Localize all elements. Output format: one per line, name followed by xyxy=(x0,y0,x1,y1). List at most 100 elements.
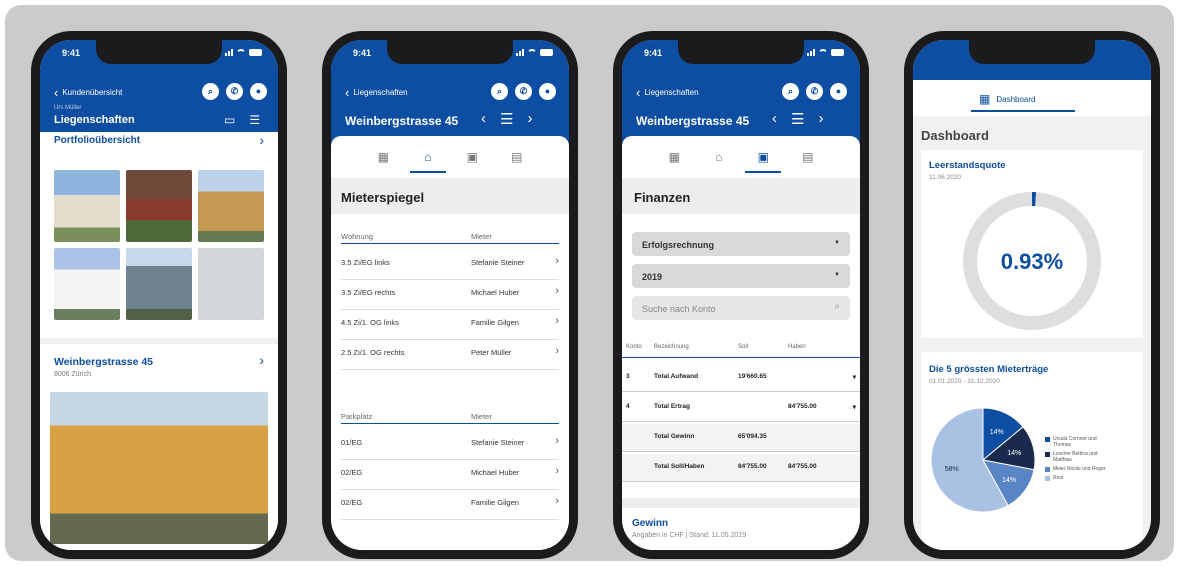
table-row[interactable]: 4.5 Zi/1. OG links Familie Gilgen › xyxy=(341,315,559,340)
legend-swatch xyxy=(1045,467,1050,472)
table-row[interactable]: 01/EG Stefanie Steiner › xyxy=(341,435,559,460)
house-icon[interactable]: ⌂ xyxy=(705,150,733,164)
property-photo-1[interactable] xyxy=(54,170,120,242)
table-row[interactable]: 3.5 Zi/EG links Stefanie Steiner › xyxy=(341,255,559,280)
finance-icon[interactable]: ▣ xyxy=(745,150,782,173)
table-header: Wohnung Mieter xyxy=(341,232,559,244)
back-button[interactable]: ‹ Liegenschaften xyxy=(636,85,699,100)
table-row[interactable]: 02/EG Familie Gilgen › xyxy=(341,495,559,520)
pie-label-3: 58% xyxy=(945,466,959,473)
pie-chart: 14% 14% 14% 58% xyxy=(930,407,1036,513)
back-button[interactable]: ‹ Kundenübersicht xyxy=(54,85,122,100)
user-button[interactable]: ● xyxy=(539,83,556,100)
screen-mieterspiegel: 9:41 ‹ Liegenschaften ⌕ ✆ ● Weinbergstras… xyxy=(331,40,569,550)
property-photo-placeholder xyxy=(198,248,264,320)
finance-table-header: Konto Bezeichnung Soll Haben xyxy=(622,344,860,358)
property-card[interactable]: Weinbergstrasse 45 › 8006 Zürich xyxy=(40,344,278,550)
property-name[interactable]: Weinbergstrasse 45 xyxy=(54,356,153,368)
phone-liegenschaften: 9:41 ‹ Kundenübersicht ⌕ ✆ ● Urs Müller L… xyxy=(31,31,287,559)
property-photo-2[interactable] xyxy=(126,170,192,242)
phone-finanzen: 9:41 ‹ Liegenschaften ⌕ ✆ ● Weinbergstras… xyxy=(613,31,869,559)
report-type-select[interactable]: Erfolgsrechnung ▼ xyxy=(632,232,850,256)
finance-row[interactable]: 4 Total Ertrag 84'755.00 ▾ xyxy=(622,394,860,422)
property-photo-5[interactable] xyxy=(126,248,192,320)
status-bar: 9:41 xyxy=(331,47,569,61)
property-title: Weinbergstrasse 45 xyxy=(345,114,459,128)
chevron-right-icon[interactable]: › xyxy=(527,110,532,128)
user-button[interactable]: ● xyxy=(250,83,267,100)
chevron-left-icon: ‹ xyxy=(54,85,59,100)
search-icon: ⌕ xyxy=(834,301,840,312)
tab-bar: ▦ ⌂ ▣ ▤ xyxy=(331,150,569,173)
search-button[interactable]: ⌕ xyxy=(491,83,508,100)
phone-dashboard: ▦ Dashboard Dashboard Leerstandsquote 11.… xyxy=(904,31,1160,559)
pie-legend: Ursula Cornner und Thomas Loscher Bettina… xyxy=(1045,436,1141,484)
caret-down-icon[interactable]: ▾ xyxy=(853,403,856,411)
top-tenants-card: Die 5 grössten Mieterträge 01.01.2020 - … xyxy=(921,352,1143,550)
document-icon[interactable]: ▤ xyxy=(503,150,531,164)
year-select[interactable]: 2019 ▼ xyxy=(632,264,850,288)
tab-dashboard[interactable]: ▦ Dashboard xyxy=(979,92,1035,106)
search-button[interactable]: ⌕ xyxy=(782,83,799,100)
menu-icon[interactable]: ☰ xyxy=(500,110,513,128)
wifi-icon xyxy=(236,48,246,56)
back-button[interactable]: ‹ Liegenschaften xyxy=(345,85,408,100)
document-icon[interactable]: ▤ xyxy=(794,150,822,164)
legend-item: Meier Nicole und Roger xyxy=(1045,466,1141,472)
konto-search-input[interactable]: Suche nach Konto ⌕ xyxy=(632,296,850,320)
table-row[interactable]: 02/EG Michael Huber › xyxy=(341,465,559,490)
menu-icon[interactable]: ☰ xyxy=(791,110,804,128)
chevron-right-icon[interactable]: › xyxy=(818,110,823,128)
legend-item: Ursula Cornner und Thomas xyxy=(1045,436,1141,448)
chevron-right-icon: › xyxy=(555,345,559,357)
status-time: 9:41 xyxy=(644,48,663,58)
finance-icon[interactable]: ▣ xyxy=(458,150,486,164)
chevron-right-icon: › xyxy=(555,315,559,327)
phone-button[interactable]: ✆ xyxy=(515,83,532,100)
legend-swatch xyxy=(1045,476,1050,481)
property-photo-3[interactable] xyxy=(198,170,264,242)
legend-item: Loscher Bettina und Matthias xyxy=(1045,451,1141,463)
phone-icon: ✆ xyxy=(810,86,819,96)
table-row[interactable]: 3.5 Zi/EG rechts Michael Huber › xyxy=(341,285,559,310)
phone-button[interactable]: ✆ xyxy=(226,83,243,100)
top-tenants-date: 01.01.2020 - 31.12.2020 xyxy=(929,378,1000,385)
portfolio-card: Portfolioübersicht › xyxy=(40,132,278,338)
chevron-right-icon[interactable]: › xyxy=(259,352,264,368)
list-icon[interactable]: ☰ xyxy=(249,113,260,127)
status-bar: 9:41 xyxy=(622,47,860,61)
caret-down-icon[interactable]: ▾ xyxy=(853,373,856,381)
pie-label-1: 14% xyxy=(1007,450,1021,457)
chevron-right-icon: › xyxy=(555,285,559,297)
vacancy-gauge: 0.93% xyxy=(963,192,1101,330)
phone-button[interactable]: ✆ xyxy=(806,83,823,100)
house-icon[interactable]: ⌂ xyxy=(409,150,446,173)
finance-row[interactable]: Total Gewinn 65'094.35 xyxy=(622,424,860,452)
finance-row[interactable]: 3 Total Aufwand 19'660.65 ▾ xyxy=(622,364,860,392)
battery-icon xyxy=(540,48,553,56)
signal-icon xyxy=(807,48,815,56)
chevron-left-icon[interactable]: ‹ xyxy=(481,110,486,128)
grid-icon[interactable]: ▦ xyxy=(660,150,688,164)
property-photo-main xyxy=(50,392,268,544)
dashboard-icon: ▦ xyxy=(979,92,991,106)
chevron-left-icon[interactable]: ‹ xyxy=(772,110,777,128)
table-row[interactable]: 2.5 Zi/1. OG rechts Peter Müller › xyxy=(341,345,559,370)
monitor-icon[interactable]: ▭ xyxy=(224,113,235,127)
chevron-right-icon: › xyxy=(555,255,559,267)
user-button[interactable]: ● xyxy=(830,83,847,100)
finance-row[interactable]: Total Soll/Haben 84'755.00 84'755.00 xyxy=(622,454,860,482)
chevron-left-icon: ‹ xyxy=(345,85,350,100)
chevron-right-icon: › xyxy=(555,465,559,477)
page-title: Liegenschaften xyxy=(54,114,135,126)
chevron-right-icon[interactable]: › xyxy=(259,132,264,148)
grid-icon[interactable]: ▦ xyxy=(369,150,397,164)
signal-icon xyxy=(516,48,524,56)
top-tenants-title: Die 5 grössten Mieterträge xyxy=(929,364,1049,375)
pie-label-0: 14% xyxy=(990,429,1004,436)
status-time: 9:41 xyxy=(62,48,81,58)
pie-label-2: 14% xyxy=(1002,477,1016,484)
portfolio-title[interactable]: Portfolioübersicht xyxy=(54,135,140,146)
property-photo-4[interactable] xyxy=(54,248,120,320)
search-button[interactable]: ⌕ xyxy=(202,83,219,100)
